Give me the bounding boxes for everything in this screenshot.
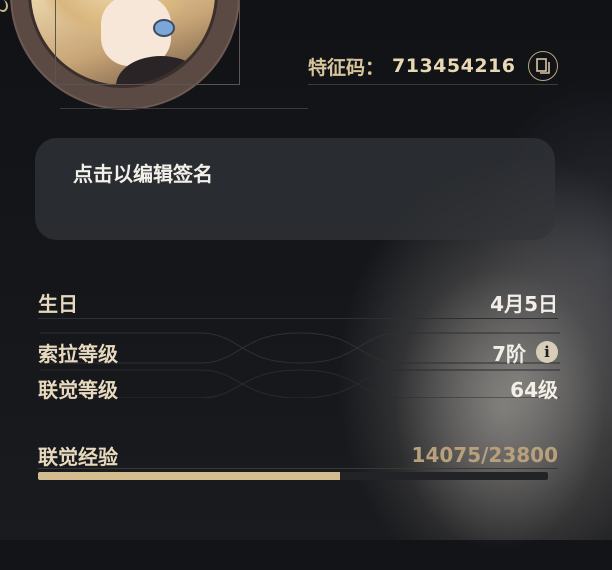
xp-progress-fill bbox=[38, 472, 340, 480]
link-level-label: 联觉等级 bbox=[38, 377, 118, 402]
id-value: 713454216 bbox=[392, 55, 516, 77]
row-divider bbox=[38, 318, 558, 319]
sola-level-row: 索拉等级 7阶 i bbox=[38, 336, 558, 368]
info-icon[interactable]: i bbox=[536, 341, 558, 363]
link-level-value: 64级 bbox=[510, 377, 558, 402]
avatar-frame-outline bbox=[55, 0, 240, 85]
id-row: 特征码： 713454216 bbox=[308, 51, 558, 81]
link-level-row: 联觉等级 64级 bbox=[38, 372, 558, 404]
sola-level-value-wrap: 7阶 i bbox=[492, 338, 558, 367]
xp-row: 联觉经验 14075/23800 bbox=[38, 440, 558, 470]
xp-label: 联觉经验 bbox=[38, 444, 118, 469]
copy-button[interactable] bbox=[527, 51, 558, 81]
birthday-row: 生日 4月5日 bbox=[38, 286, 558, 318]
signature-placeholder: 点击以编辑签名 bbox=[73, 162, 213, 186]
avatar-divider bbox=[60, 108, 308, 109]
id-divider bbox=[308, 84, 558, 85]
xp-progress-bar bbox=[38, 472, 548, 480]
copy-icon bbox=[535, 58, 550, 74]
signature-box[interactable]: 点击以编辑签名 bbox=[35, 138, 555, 240]
sola-level-value: 7阶 bbox=[492, 341, 526, 366]
xp-value: 14075/23800 bbox=[411, 443, 558, 467]
birthday-label: 生日 bbox=[38, 291, 78, 316]
id-label: 特征码： bbox=[308, 56, 385, 79]
sola-level-label: 索拉等级 bbox=[38, 341, 118, 366]
xp-divider bbox=[38, 468, 558, 469]
birthday-value: 4月5日 bbox=[490, 291, 558, 316]
